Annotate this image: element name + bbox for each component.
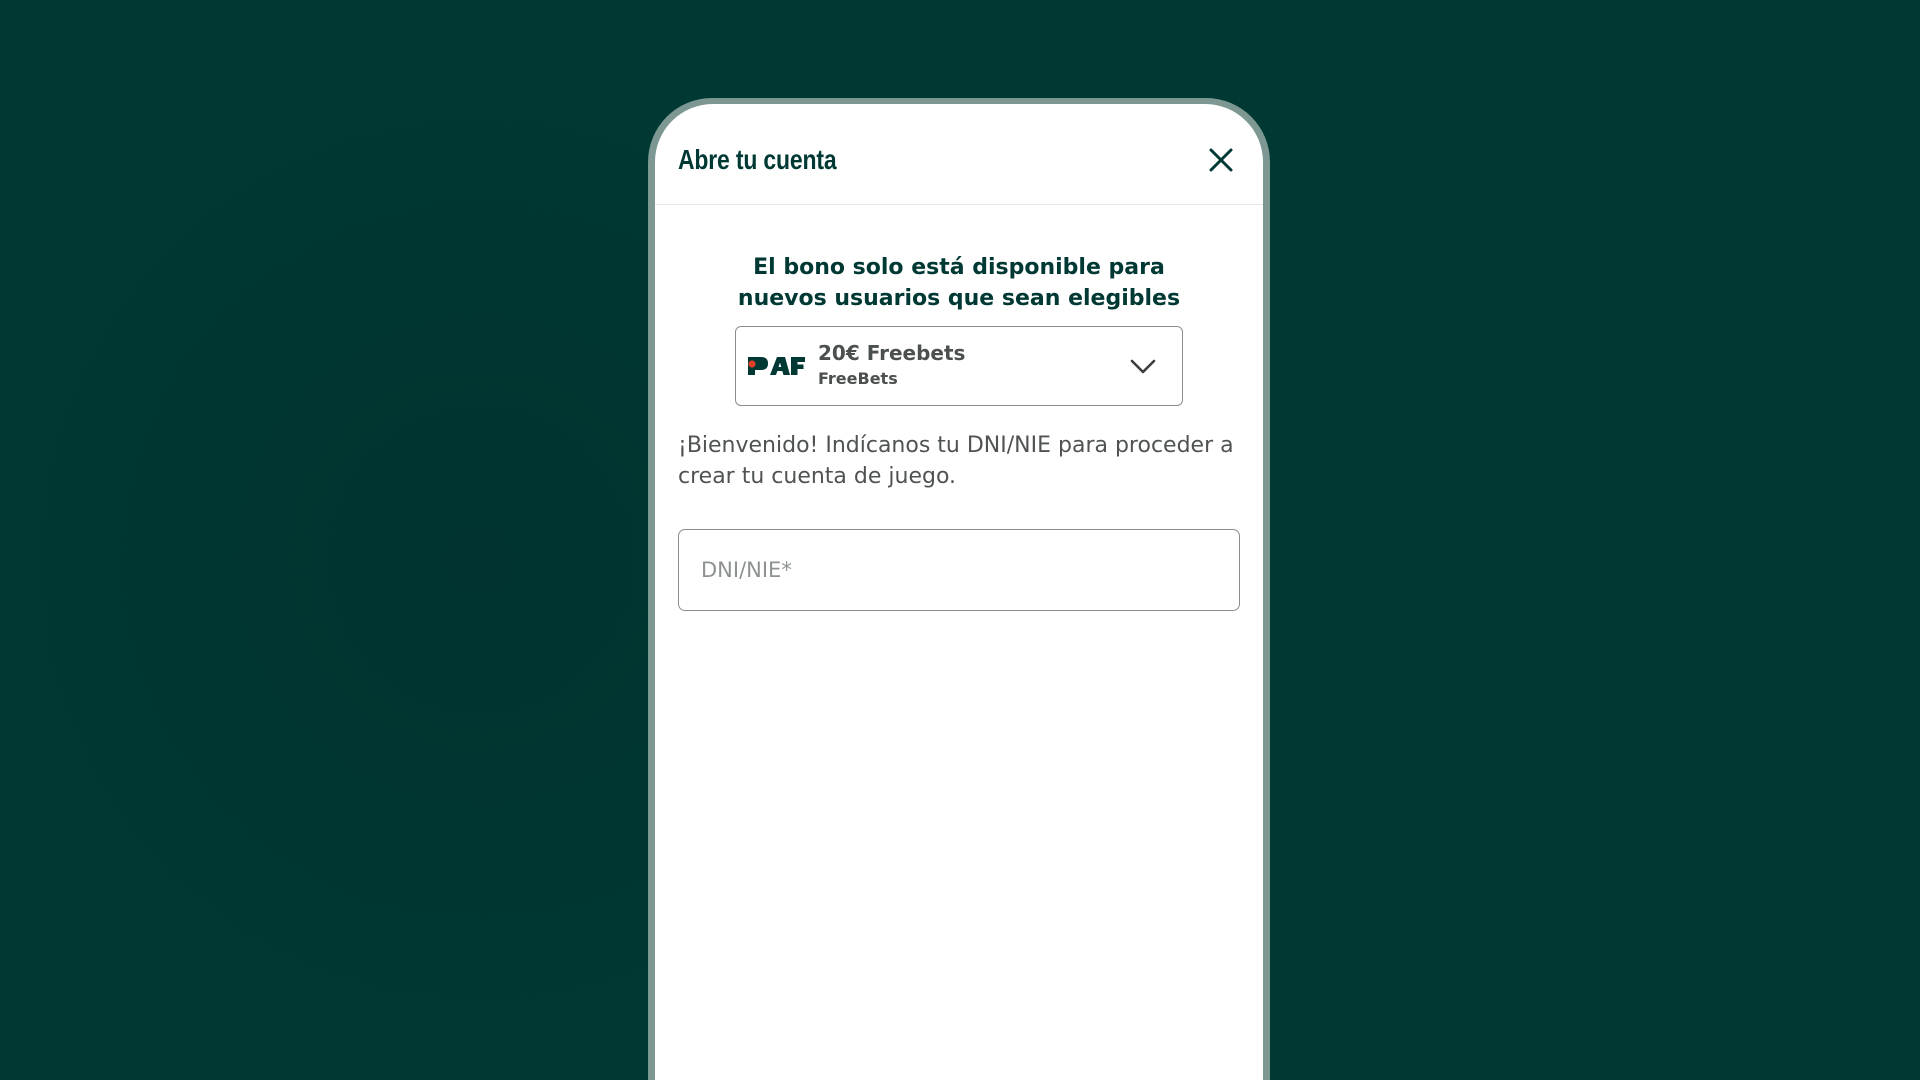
welcome-line1: ¡Bienvenido! Indícanos tu DNI/NIE para p… (678, 433, 1234, 458)
phone-frame: Abre tu cuenta El bono solo está disponi… (648, 98, 1270, 1080)
paf-logo (748, 357, 805, 375)
welcome-message: ¡Bienvenido! Indícanos tu DNI/NIE para p… (678, 430, 1238, 492)
bonus-selector[interactable]: 20€ Freebets FreeBets (735, 326, 1183, 406)
bonus-type: FreeBets (818, 369, 898, 388)
close-icon[interactable] (1203, 142, 1239, 178)
bonus-name: 20€ Freebets (818, 341, 966, 365)
chevron-down-icon (1130, 359, 1156, 374)
modal-header: Abre tu cuenta (655, 104, 1263, 205)
dni-nie-input[interactable] (678, 529, 1240, 611)
registration-modal: Abre tu cuenta El bono solo está disponi… (655, 104, 1263, 1080)
bonus-heading-line1: El bono solo está disponible para (753, 255, 1165, 280)
bonus-heading-line2: nuevos usuarios que sean elegibles (737, 286, 1181, 311)
modal-title: Abre tu cuenta (678, 144, 837, 175)
bonus-eligibility-heading: El bono solo está disponible para nuevos… (655, 252, 1263, 314)
welcome-line2: crear tu cuenta de juego. (678, 464, 957, 489)
